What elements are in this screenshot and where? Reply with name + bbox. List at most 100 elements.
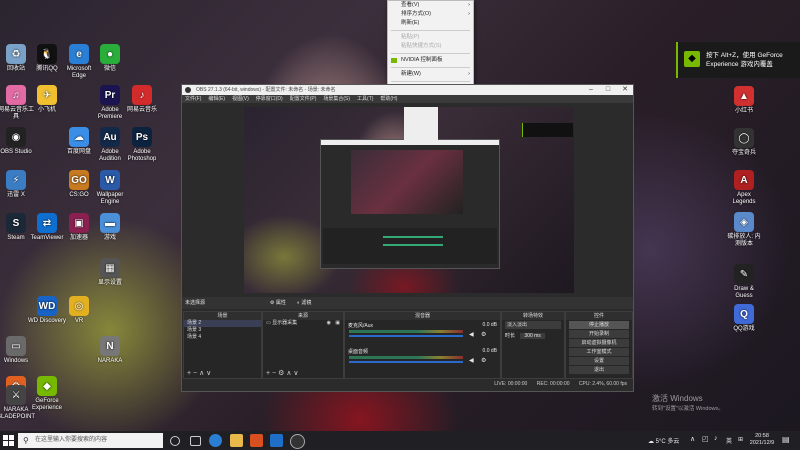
speaker-icon[interactable]: ◀ (469, 357, 474, 364)
context-menu-item[interactable]: 查看(V) › (388, 1, 473, 10)
tray-overflow-icon[interactable]: ∧ (690, 435, 695, 443)
menu-item[interactable]: 帮助(H) (380, 96, 397, 102)
obs-window[interactable]: OBS 27.1.3 (64-bit, windows) - 配置文件: 未命名… (181, 84, 634, 392)
preview-canvas[interactable] (244, 107, 574, 293)
scene-item[interactable]: 场景 3 (184, 327, 261, 334)
context-menu-item[interactable]: 排序方式(O) › (388, 10, 473, 19)
transition-select[interactable]: 淡入淡出 (505, 321, 561, 329)
scene-item[interactable]: 场景 4 (184, 334, 261, 341)
edge-taskbar-icon[interactable] (209, 434, 222, 447)
source-down-button[interactable]: ∨ (293, 370, 298, 377)
scene-down-button[interactable]: ∨ (206, 370, 211, 377)
control-button[interactable]: 退出 (569, 366, 629, 374)
start-button[interactable] (3, 435, 14, 446)
window-title: OBS 27.1.3 (64-bit, windows) - 配置文件: 未命名… (196, 87, 336, 93)
recycle-bin-icon: ♻ (6, 44, 26, 64)
source-up-button[interactable]: ∧ (286, 370, 291, 377)
menu-separator (391, 30, 470, 31)
desktop-icon[interactable]: ▲ 小红书 (725, 86, 763, 115)
desktop-icon[interactable]: ▬ 游戏 (91, 213, 129, 242)
accelerator-icon: ▣ (69, 213, 89, 233)
desktop-icon[interactable]: ⚡ 迅雷 X (0, 170, 35, 199)
desktop-icon[interactable]: A Apex Legends (725, 170, 763, 206)
remove-scene-button[interactable]: − (193, 370, 197, 377)
desktop-icon[interactable]: N NARAKA (91, 336, 129, 365)
menu-item-label: NVIDIA 控制面板 (401, 57, 443, 63)
desktop-icon[interactable]: Ps Adobe Photoshop (123, 127, 161, 163)
desktop-icon[interactable]: ● 微信 (91, 44, 129, 73)
filters-button[interactable]: ◐ 滤镜 (297, 299, 311, 306)
desktop-icon[interactable]: ◯ 夺宝奇兵 (725, 128, 763, 157)
geforce-notification[interactable]: ◆ 按下 Alt+Z，使用 GeForce Experience 游戏内覆盖 (676, 42, 800, 78)
menu-item[interactable]: 视图(V) (232, 96, 249, 102)
lock-icon[interactable]: ▣ (335, 320, 340, 327)
desktop-icon-label: 迅雷 X (7, 192, 25, 198)
add-scene-button[interactable]: + (187, 370, 191, 377)
obs-taskbar-icon[interactable] (290, 434, 305, 449)
desktop-icon[interactable]: ⚔ NARAKA BLADEPOINT (0, 385, 35, 421)
desktop-icon[interactable]: ▦ 显示设置 (91, 258, 129, 287)
apex-icon: A (734, 170, 754, 190)
context-menu-item[interactable]: 刷新(E) (388, 19, 473, 28)
speaker-icon[interactable]: ◀ (469, 331, 474, 338)
desktop-icon[interactable]: Q QQ游戏 (725, 304, 763, 333)
file-explorer-icon[interactable] (230, 434, 243, 447)
context-menu-item[interactable]: 新建(W) › (388, 70, 473, 79)
duration-input[interactable]: 300 ms (520, 333, 545, 339)
activate-windows-watermark: 激活 Windows 转到"设置"以激活 Windows。 (652, 393, 724, 412)
menu-item[interactable]: 工具(T) (357, 96, 373, 102)
scene-item[interactable]: 场景 2 (184, 320, 261, 327)
volume-icon[interactable]: ♪ (714, 435, 718, 442)
close-button[interactable]: ✕ (617, 85, 633, 95)
notification-center-icon[interactable]: ▤ (782, 435, 790, 444)
menu-item[interactable]: 场景集合(S) (323, 96, 350, 102)
network-icon[interactable]: ◰ (702, 435, 709, 443)
gear-icon[interactable]: ⚙ (481, 357, 486, 364)
desktop-icon[interactable]: ▭ Windows (0, 336, 35, 365)
desktop-icon[interactable]: ◈ 碳排放人: 内测版本 (725, 212, 763, 248)
menu-item[interactable]: 配置文件(P) (290, 96, 317, 102)
app-taskbar-icon[interactable] (250, 434, 263, 447)
maximize-button[interactable]: □ (600, 85, 616, 95)
control-button[interactable]: 开始录制 (569, 330, 629, 338)
cortana-icon[interactable] (170, 436, 180, 446)
volume-slider[interactable] (349, 335, 463, 337)
volume-slider[interactable] (349, 361, 463, 363)
task-view-icon[interactable] (190, 436, 201, 446)
ime-mode-icon[interactable]: ⊞ (738, 436, 743, 443)
source-item[interactable]: ▭ 显示器采集 ◉ ▣ (263, 320, 343, 327)
desktop-icon-label: Windows (3, 358, 29, 364)
scene-up-button[interactable]: ∧ (199, 370, 204, 377)
desktop-icon[interactable]: ◎ VR (60, 296, 98, 325)
desktop-icon[interactable]: W Wallpaper Engine (91, 170, 129, 206)
context-menu-item[interactable]: 粘贴快捷方式(S) (388, 42, 473, 51)
taskbar-search-box[interactable]: ⚲ 在这里输入你要搜索的内容 (18, 433, 163, 448)
menu-item[interactable]: 停靠窗口(D) (256, 96, 283, 102)
control-button[interactable]: 停止播放 (569, 321, 629, 329)
desktop-icon[interactable]: ✎ Draw & Guess (725, 264, 763, 300)
gear-icon[interactable]: ⚙ (481, 331, 486, 338)
minimize-button[interactable]: – (583, 85, 599, 95)
watermark-subtitle: 转到"设置"以激活 Windows。 (652, 406, 724, 412)
eye-icon[interactable]: ◉ (327, 320, 331, 327)
control-button[interactable]: 启动虚拟摄像机 (569, 339, 629, 347)
menu-item[interactable]: 文件(F) (185, 96, 201, 102)
store-taskbar-icon[interactable] (270, 434, 283, 447)
context-menu-item[interactable]: NVIDIA 控制面板 (388, 56, 473, 65)
control-button[interactable]: 工作室模式 (569, 348, 629, 356)
remove-source-button[interactable]: − (272, 370, 276, 377)
weather-widget[interactable]: ☁ 5°C 多云 (648, 436, 679, 445)
obs-title-bar[interactable]: OBS 27.1.3 (64-bit, windows) - 配置文件: 未命名… (182, 85, 633, 95)
properties-button[interactable]: ⚙ 属性 (270, 299, 286, 306)
ime-indicator[interactable]: 英 (726, 436, 732, 445)
desktop-icon[interactable]: ◉ OBS Studio (0, 127, 35, 156)
clock[interactable]: 20:58 2021/12/9 (748, 433, 776, 447)
desktop-icon[interactable]: ♪ 网易云音乐 (123, 85, 161, 114)
source-settings-icon[interactable]: ⚙ (278, 370, 284, 377)
desktop-icon[interactable]: ✈ 小飞机 (28, 85, 66, 114)
context-menu-item[interactable]: 粘贴(P) (388, 33, 473, 42)
add-source-button[interactable]: + (266, 370, 270, 377)
control-button[interactable]: 设置 (569, 357, 629, 365)
menu-item[interactable]: 编辑(E) (208, 96, 225, 102)
naraka-bladepoint-icon: ⚔ (6, 385, 26, 405)
